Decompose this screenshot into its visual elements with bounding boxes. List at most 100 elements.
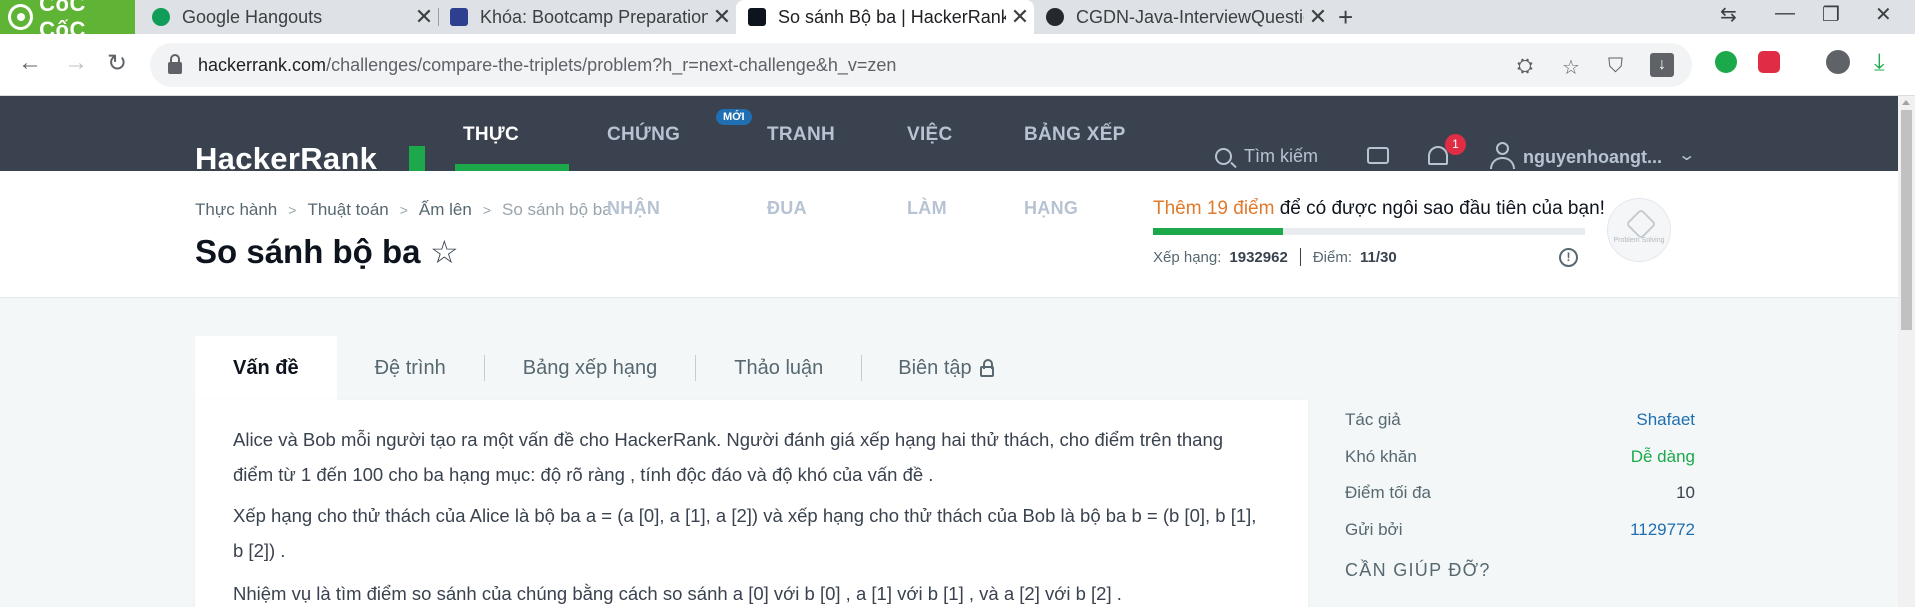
logo-mark	[409, 146, 425, 171]
nav-compete-line2[interactable]: ĐUA	[767, 198, 807, 219]
detail-label: Gửi bởi	[1345, 520, 1403, 539]
progress-fill	[1153, 228, 1283, 235]
tab-label: Thảo luận	[734, 356, 824, 379]
detail-label: Khó khăn	[1345, 447, 1417, 466]
search-box[interactable]: Tìm kiếm	[1215, 146, 1318, 167]
bookmark-star-icon[interactable]: ☆	[1562, 55, 1580, 80]
breadcrumb-practice[interactable]: Thực hành	[195, 200, 277, 220]
detail-label: Tác giả	[1345, 410, 1401, 429]
page-title: So sánh bộ ba	[195, 233, 421, 270]
profile-icon[interactable]	[1826, 50, 1850, 74]
breadcrumb-warmup[interactable]: Ấm lên	[419, 200, 472, 220]
url-text: hackerrank.com/challenges/compare-the-tr…	[198, 55, 896, 76]
coccoc-logo[interactable]: CốC CốC	[0, 0, 135, 42]
notification-badge: 1	[1445, 134, 1466, 155]
nav-certify-line2[interactable]: NHẬN	[607, 198, 660, 219]
reload-icon[interactable]: ↻	[107, 49, 127, 78]
submitted-link[interactable]: 1129772	[1630, 520, 1695, 540]
difficulty-value: Dễ dàng	[1630, 447, 1695, 466]
tab-label: Biên tập	[898, 356, 972, 379]
new-tab-button[interactable]: +	[1338, 2, 1353, 33]
url-path: /challenges/compare-the-triplets/problem…	[326, 54, 897, 75]
tab-discussions[interactable]: Thảo luận	[696, 336, 861, 400]
tab-google-hangouts[interactable]: Google Hangouts ✕	[140, 0, 438, 34]
tab-problem[interactable]: Vấn đề	[195, 336, 337, 400]
tab-submissions[interactable]: Đệ trình	[337, 336, 484, 400]
chevron-right-icon: >	[399, 202, 408, 218]
tab-hackerrank[interactable]: So sánh Bộ ba | HackerRank ✕	[736, 0, 1034, 34]
back-icon[interactable]: ←	[18, 49, 42, 77]
tab-title: CGDN-Java-InterviewQuestion	[1076, 6, 1304, 27]
github-icon	[1046, 8, 1064, 26]
translate-icon[interactable]: ⛭	[1517, 55, 1533, 78]
username[interactable]: nguyenhoangt...	[1523, 147, 1662, 168]
nav-jobs-line2[interactable]: LÀM	[907, 198, 947, 219]
close-icon[interactable]: ✕	[1006, 4, 1034, 30]
download-icon[interactable]: ⤓	[1874, 49, 1885, 77]
chevron-right-icon: >	[482, 202, 492, 218]
shield-icon[interactable]: ⛉	[1608, 55, 1623, 78]
badge-label: Problem Solving	[1613, 237, 1665, 244]
message-icon[interactable]	[1367, 147, 1389, 164]
problem-paragraph: Nhiệm vụ là tìm điểm so sánh của chúng b…	[233, 583, 1122, 604]
tab-search-icon[interactable]: ⇆	[1720, 2, 1737, 27]
download-box-icon[interactable]: ↓	[1650, 53, 1674, 77]
breadcrumb-algorithms[interactable]: Thuật toán	[307, 200, 388, 220]
chevron-down-icon[interactable]: ⌄	[1677, 145, 1696, 165]
lock-icon	[168, 53, 182, 74]
promo-points: Thêm 19 điểm	[1153, 198, 1275, 219]
extension-green-icon[interactable]	[1715, 51, 1737, 73]
chevron-right-icon: >	[288, 202, 297, 218]
nav-leaderboard-line2[interactable]: HẠNG	[1024, 198, 1078, 219]
progress-bar	[1153, 228, 1585, 235]
problem-paragraph: Xếp hạng cho thử thách của Alice là bộ b…	[233, 505, 1257, 561]
extension-red-icon[interactable]	[1758, 51, 1780, 73]
info-icon[interactable]: !	[1559, 248, 1578, 267]
tab-leaderboard[interactable]: Bảng xếp hạng	[485, 336, 696, 400]
promo-text: Thêm 19 điểm để có được ngôi sao đầu tiê…	[1153, 198, 1605, 220]
tab-github[interactable]: CGDN-Java-InterviewQuestion ✕	[1034, 0, 1332, 34]
nav-compete[interactable]: TRANH	[767, 124, 835, 146]
detail-submitted: Gửi bởi 1129772	[1345, 520, 1695, 540]
scroll-thumb[interactable]	[1901, 110, 1912, 330]
forward-icon[interactable]: →	[64, 49, 88, 77]
bookmark-star-icon[interactable]: ☆	[430, 233, 459, 271]
points-label: Điểm:	[1312, 248, 1352, 266]
close-window-icon[interactable]: ✕	[1875, 2, 1892, 27]
user-icon[interactable]	[1490, 142, 1515, 169]
scroll-up-icon[interactable]	[1902, 100, 1910, 105]
minimize-icon[interactable]: —	[1775, 2, 1795, 25]
coccoc-icon	[8, 4, 34, 30]
problem-paragraph: Alice và Bob mỗi người tạo ra một vấn đề…	[233, 429, 1224, 485]
close-icon[interactable]: ✕	[1304, 4, 1332, 30]
challenge-header: Thực hành > Thuật toán > Ấm lên > So sán…	[0, 171, 1898, 298]
problem-solving-badge[interactable]: Problem Solving	[1607, 198, 1671, 262]
tab-bootcamp[interactable]: Khóa: Bootcamp Preparation ✕	[438, 0, 736, 34]
search-placeholder: Tìm kiếm	[1244, 146, 1318, 166]
address-bar: ← → ↻ hackerrank.com/challenges/compare-…	[0, 34, 1915, 96]
close-icon[interactable]: ✕	[410, 4, 438, 30]
detail-author: Tác giả Shafaet	[1345, 410, 1695, 430]
tab-title: Khóa: Bootcamp Preparation	[480, 6, 708, 27]
nav-certify[interactable]: CHỨNG	[607, 124, 680, 146]
nav-jobs[interactable]: VIỆC	[907, 124, 953, 146]
url-host: hackerrank.com	[198, 54, 327, 75]
restore-icon[interactable]: ❐	[1822, 2, 1840, 27]
rank-info: Xếp hạng: 1932962 Điểm: 11/30	[1153, 248, 1397, 266]
tab-label: Đệ trình	[374, 356, 446, 379]
breadcrumb: Thực hành > Thuật toán > Ấm lên > So sán…	[195, 200, 612, 220]
site-header: HackerRank THỰC CHỨNG MỚI TRANH VIỆC BẢN…	[0, 96, 1898, 176]
page-scrollbar[interactable]	[1898, 96, 1915, 607]
author-link[interactable]: Shafaet	[1636, 410, 1695, 430]
new-badge: MỚI	[716, 109, 752, 125]
url-field[interactable]: hackerrank.com/challenges/compare-the-tr…	[150, 43, 1692, 87]
nav-leaderboard[interactable]: BẢNG XẾP	[1024, 124, 1126, 146]
detail-difficulty: Khó khăn Dễ dàng	[1345, 447, 1695, 467]
nav-active-indicator	[455, 164, 569, 171]
nav-practice[interactable]: THỰC	[463, 124, 519, 146]
tab-label: Vấn đề	[233, 356, 299, 379]
tab-editorial[interactable]: Biên tập	[862, 336, 1029, 400]
close-icon[interactable]: ✕	[708, 4, 736, 30]
problem-tabs: Vấn đề Đệ trình Bảng xếp hạng Thảo luận …	[195, 336, 1030, 400]
course-icon	[450, 8, 468, 26]
